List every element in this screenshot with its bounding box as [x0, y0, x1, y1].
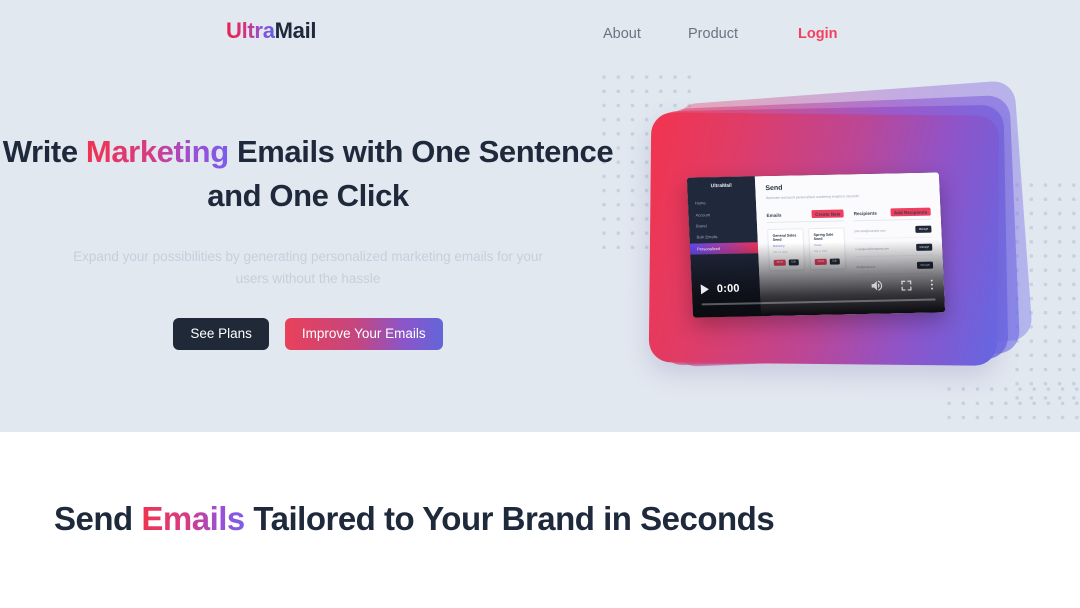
app-create-new-button: Create New — [811, 209, 844, 219]
app-email-card: Spring Sale Send Promo Mar 9, 2023 Send … — [808, 227, 847, 270]
app-recipients-column: Recipients Add Recipients john.doe@examp… — [853, 207, 934, 276]
app-recipient-email: s.vasquez@company.com — [855, 246, 890, 251]
brand-logo-ultra: Ultra — [226, 18, 275, 43]
brand-logo-mail: Mail — [274, 18, 317, 43]
app-sidebar-item-personalized: Personalized — [689, 241, 759, 255]
video-controls-spacer — [740, 286, 854, 288]
app-sidebar-item-home: Home — [694, 200, 706, 206]
app-email-card-actions: Send Edit — [814, 258, 841, 265]
app-recipient-email: info@mail.com — [855, 264, 876, 269]
app-email-card-list: General Sales Send Marketing Mar 14, 202… — [767, 227, 847, 271]
more-options-dot — [930, 279, 933, 282]
app-add-recipients-button: Add Recipients — [890, 207, 931, 217]
app-emails-heading: Emails — [766, 212, 782, 218]
app-email-send-button: Send — [773, 259, 786, 266]
app-email-edit-button: Edit — [788, 259, 799, 266]
hero-cta-row: See Plans Improve Your Emails — [0, 317, 616, 350]
app-email-card-date: Mar 14, 2023 — [773, 250, 788, 254]
app-recipient-manage-button: Manage — [917, 261, 934, 270]
product-demo-video[interactable]: UltraMail Home Account Brand Bulk Emails… — [686, 172, 946, 318]
more-options-icon[interactable] — [930, 279, 934, 290]
more-options-dot — [930, 287, 934, 290]
hero-headline-after: Emails with One Sentence and One Click — [207, 134, 614, 214]
app-email-card-label: Promo — [813, 243, 822, 247]
app-recipient-manage-button: Manage — [915, 225, 932, 234]
section2-heading: Send Emails Tailored to Your Brand in Se… — [54, 494, 1080, 544]
app-recipient-row: john.doe@example.com Manage — [854, 225, 932, 240]
hero-copy: Write Marketing Emails with One Sentence… — [0, 130, 616, 350]
hero-headline-before: Write — [2, 134, 86, 169]
app-recipient-row: s.vasquez@company.com Manage — [855, 243, 933, 258]
brand-logo[interactable]: UltraMail — [226, 18, 317, 44]
landing-page: UltraMail About Product Login Write Mark… — [0, 0, 1080, 608]
play-icon[interactable] — [700, 284, 710, 295]
app-recipient-manage-button: Manage — [916, 243, 933, 252]
app-page-subtitle: Generate and send personalized marketing… — [765, 194, 859, 201]
section2-heading-after: Tailored to Your Brand in Seconds — [244, 500, 775, 537]
more-options-dot — [930, 283, 933, 286]
app-email-card-title: General Sales Send — [772, 233, 797, 243]
see-plans-button[interactable]: See Plans — [173, 317, 269, 350]
app-sidebar-logo: UltraMail — [710, 182, 732, 190]
video-controls-row: 0:00 — [700, 277, 936, 298]
nav-link-about[interactable]: About — [588, 22, 688, 46]
app-emails-column: Emails Create New General Sales Send Mar… — [766, 209, 847, 277]
app-emails-header: Emails Create New — [766, 209, 844, 224]
section2-heading-highlight: Emails — [141, 500, 245, 537]
app-email-card-title: Spring Sale Send — [813, 232, 834, 242]
nav-link-product[interactable]: Product — [688, 22, 798, 46]
app-email-card-date: Mar 9, 2023 — [814, 249, 828, 253]
section2-heading-before: Send — [54, 500, 142, 537]
tailored-emails-section: Send Emails Tailored to Your Brand in Se… — [0, 432, 1080, 608]
video-controls: 0:00 — [691, 270, 945, 317]
app-columns: Emails Create New General Sales Send Mar… — [766, 207, 934, 278]
top-navigation-bar: UltraMail About Product Login — [0, 0, 1080, 66]
app-recipients-header: Recipients Add Recipients — [853, 207, 931, 222]
nav-link-login[interactable]: Login — [798, 22, 837, 46]
video-progress-bar[interactable] — [701, 298, 936, 306]
volume-icon[interactable] — [869, 279, 884, 293]
hero-section: UltraMail About Product Login Write Mark… — [0, 0, 1080, 432]
improve-your-emails-button[interactable]: Improve Your Emails — [284, 317, 443, 350]
app-recipient-email: john.doe@example.com — [854, 228, 886, 233]
fullscreen-icon[interactable] — [899, 278, 913, 291]
hero-headline: Write Marketing Emails with One Sentence… — [0, 130, 616, 218]
app-sidebar-item-brand: Brand — [695, 223, 707, 229]
app-page-title: Send — [765, 184, 783, 193]
hero-artwork: UltraMail Home Account Brand Bulk Emails… — [630, 70, 1034, 400]
app-email-card: General Sales Send Marketing Mar 14, 202… — [767, 228, 806, 271]
video-time-display: 0:00 — [716, 282, 740, 296]
app-email-edit-button: Edit — [829, 258, 840, 265]
hero-subheadline: Expand your possibilities by generating … — [73, 249, 543, 286]
nav-links: About Product Login — [588, 22, 837, 46]
app-email-send-button: Send — [814, 258, 827, 265]
hero-headline-highlight: Marketing — [85, 134, 229, 169]
app-email-card-label: Marketing — [772, 244, 785, 248]
app-recipients-heading: Recipients — [853, 210, 877, 216]
app-email-card-actions: Send Edit — [773, 259, 800, 266]
app-sidebar-item-account: Account — [695, 211, 711, 218]
app-sidebar-item-bulk-emails: Bulk Emails — [696, 234, 718, 240]
